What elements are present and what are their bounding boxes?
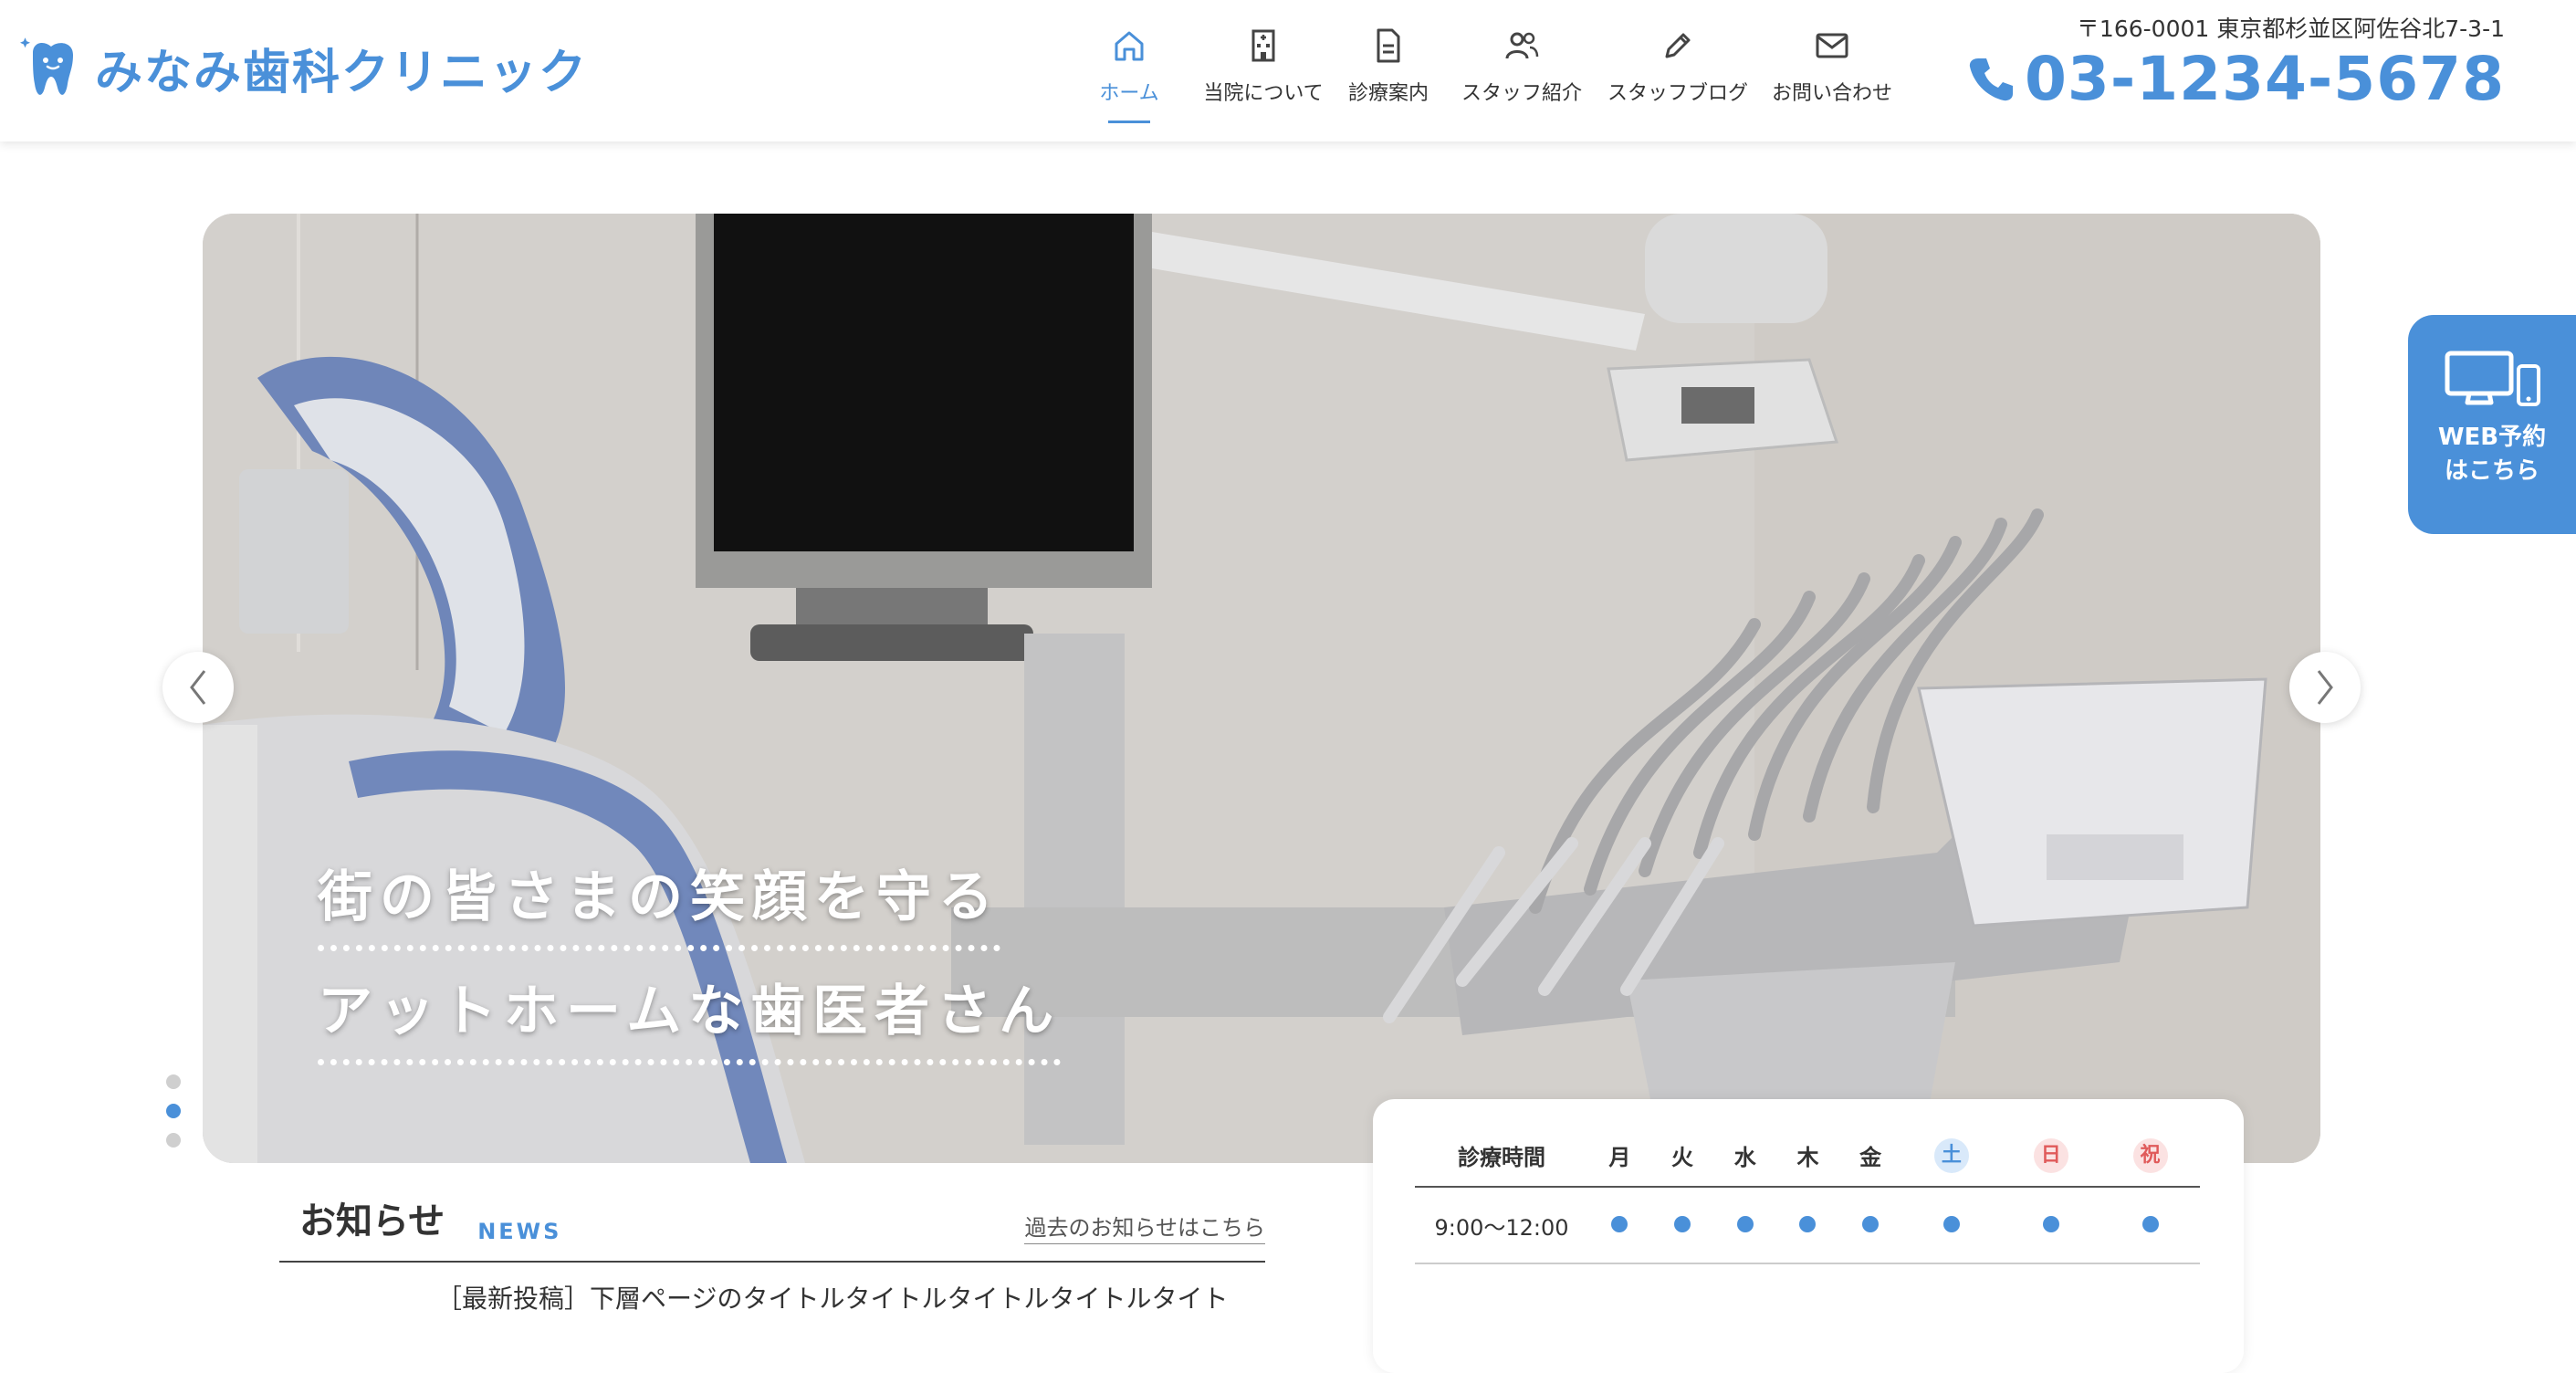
day-holiday: 祝	[2132, 1137, 2168, 1173]
open-cell	[1901, 1187, 2002, 1264]
day-tue: 火	[1650, 1125, 1714, 1188]
day-fri: 金	[1838, 1125, 1902, 1188]
nav-label: スタッフ紹介	[1461, 82, 1583, 105]
nav-label: 診療案内	[1347, 82, 1429, 105]
news-title: お知らせ	[299, 1200, 445, 1242]
phone-link[interactable]: 03-1234-5678	[1964, 49, 2505, 110]
open-cell	[1838, 1187, 1902, 1264]
phone-number: 03-1234-5678	[2024, 44, 2505, 114]
hero-headline-2: アットホームな歯医者さん	[318, 967, 1062, 1065]
site-header: みなみ歯科クリニック ホーム 当院について 診療案内 スタッフ紹介 スタッフブロ…	[0, 0, 2576, 141]
nav-contact[interactable]: お問い合わせ	[1772, 18, 1893, 123]
nav-label: 当院について	[1203, 82, 1324, 105]
open-dot	[1674, 1216, 1691, 1232]
past-news-link[interactable]: 過去のお知らせはこちら	[1024, 1210, 1265, 1244]
slider-dot-active[interactable]	[166, 1104, 181, 1118]
nav-blog[interactable]: スタッフブログ	[1607, 18, 1749, 123]
nav-about[interactable]: 当院について	[1199, 18, 1327, 123]
contact-block: 〒166-0001 東京都杉並区阿佐谷北7-3-1 03-1234-5678	[1964, 11, 2505, 110]
schedule-header-row: 診療時間 月 火 水 木 金 土 日 祝	[1415, 1125, 2200, 1188]
day-sun-cell: 日	[2001, 1125, 2101, 1188]
day-thu: 木	[1776, 1125, 1839, 1188]
nav-staff[interactable]: スタッフ紹介	[1461, 18, 1583, 123]
open-cell	[2001, 1187, 2101, 1264]
slider-next-button[interactable]	[2289, 652, 2361, 723]
news-section: お知らせ NEWS 過去のお知らせはこちら ［最新投稿］下層ページのタイトルタイ…	[279, 1191, 1265, 1315]
schedule-table: 診療時間 月 火 水 木 金 土 日 祝 9:00〜12:00	[1415, 1125, 2200, 1264]
main-nav: ホーム 当院について 診療案内 スタッフ紹介 スタッフブログ お問い合わせ	[1086, 18, 1893, 123]
tooth-icon	[20, 33, 82, 102]
nav-label: ホーム	[1099, 82, 1159, 105]
nav-home[interactable]: ホーム	[1086, 18, 1172, 123]
logo[interactable]: みなみ歯科クリニック	[20, 33, 588, 102]
pen-icon	[1665, 33, 1691, 58]
open-dot	[1799, 1216, 1817, 1232]
nav-label: スタッフブログ	[1607, 82, 1748, 105]
hero-slider: 街の皆さまの笑顔を守る アットホームな歯医者さん	[203, 214, 2320, 1163]
slider-dot[interactable]	[166, 1133, 181, 1148]
open-dot	[2141, 1216, 2159, 1232]
chevron-left-icon	[190, 670, 206, 705]
phone-icon	[1969, 58, 2013, 101]
mail-icon	[1816, 33, 1848, 58]
news-item[interactable]: ［最新投稿］下層ページのタイトルタイトルタイトルタイトルタイト	[279, 1279, 1265, 1315]
day-mon: 月	[1588, 1125, 1651, 1188]
chevron-right-icon	[2317, 670, 2333, 705]
schedule-header-hours: 診療時間	[1415, 1125, 1588, 1188]
open-dot	[1862, 1216, 1880, 1232]
slider-prev-button[interactable]	[162, 652, 234, 723]
open-cell	[1588, 1187, 1651, 1264]
slider-pagination	[166, 1074, 181, 1162]
people-icon	[1505, 32, 1539, 59]
schedule-row: 9:00〜12:00	[1415, 1187, 2200, 1264]
day-sun: 日	[2033, 1137, 2068, 1173]
open-cell	[1776, 1187, 1839, 1264]
web-reservation-label: WEB予約 はこちら	[2437, 424, 2547, 485]
open-cell	[1713, 1187, 1777, 1264]
day-hol-cell: 祝	[2100, 1125, 2200, 1188]
web-reservation-button[interactable]: WEB予約 はこちら	[2408, 315, 2576, 534]
open-dot	[1611, 1216, 1628, 1232]
day-wed: 水	[1713, 1125, 1777, 1188]
news-title-en: NEWS	[477, 1219, 562, 1244]
open-cell	[2100, 1187, 2200, 1264]
news-header: お知らせ NEWS 過去のお知らせはこちら	[279, 1191, 1265, 1263]
schedule-card: 診療時間 月 火 水 木 金 土 日 祝 9:00〜12:00	[1373, 1099, 2244, 1373]
hero-headline-1: 街の皆さまの笑顔を守る	[318, 853, 1000, 951]
brand-name: みなみ歯科クリニック	[95, 45, 589, 100]
day-sat-cell: 土	[1901, 1125, 2002, 1188]
address: 〒166-0001 東京都杉並区阿佐谷北7-3-1	[2076, 16, 2505, 42]
day-sat: 土	[1933, 1137, 1969, 1173]
devices-icon	[2445, 351, 2540, 406]
document-icon	[1377, 28, 1400, 63]
home-icon	[1115, 31, 1144, 61]
nav-label: お問い合わせ	[1772, 82, 1893, 105]
open-dot	[1942, 1216, 1960, 1232]
open-dot	[2042, 1216, 2059, 1232]
building-icon	[1251, 29, 1275, 62]
nav-treatment[interactable]: 診療案内	[1346, 18, 1431, 123]
schedule-time: 9:00〜12:00	[1415, 1187, 1588, 1264]
slider-dot[interactable]	[166, 1074, 181, 1089]
open-dot	[1736, 1216, 1754, 1232]
open-cell	[1650, 1187, 1714, 1264]
